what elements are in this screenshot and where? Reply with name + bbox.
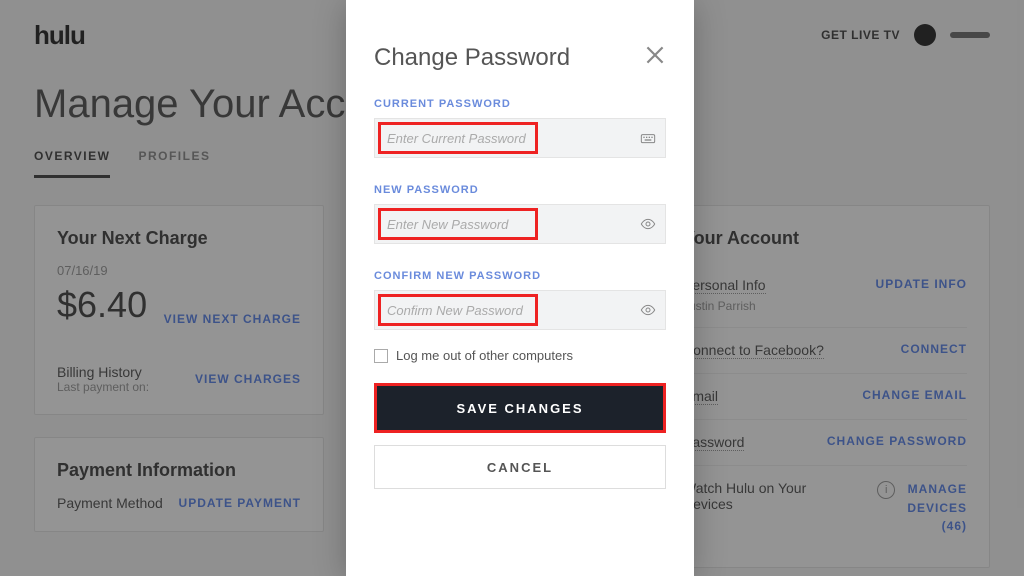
eye-icon[interactable] bbox=[640, 302, 656, 318]
confirm-password-label: CONFIRM NEW PASSWORD bbox=[374, 270, 666, 282]
current-password-input[interactable] bbox=[374, 118, 666, 158]
new-password-label: NEW PASSWORD bbox=[374, 184, 666, 196]
close-icon[interactable] bbox=[642, 42, 668, 68]
current-password-label: CURRENT PASSWORD bbox=[374, 98, 666, 110]
save-changes-button[interactable]: SAVE CHANGES bbox=[377, 386, 663, 430]
change-password-modal: Change Password CURRENT PASSWORD NEW PAS… bbox=[346, 0, 694, 576]
checkbox-icon[interactable] bbox=[374, 349, 388, 363]
cancel-button[interactable]: CANCEL bbox=[374, 445, 666, 489]
eye-icon[interactable] bbox=[640, 216, 656, 232]
logout-other-label: Log me out of other computers bbox=[396, 348, 573, 363]
highlight-box-icon: SAVE CHANGES bbox=[374, 383, 666, 433]
new-password-input[interactable] bbox=[374, 204, 666, 244]
confirm-password-input[interactable] bbox=[374, 290, 666, 330]
keyboard-icon bbox=[640, 130, 656, 146]
modal-title: Change Password bbox=[374, 44, 666, 72]
logout-other-checkbox-row[interactable]: Log me out of other computers bbox=[374, 348, 666, 363]
